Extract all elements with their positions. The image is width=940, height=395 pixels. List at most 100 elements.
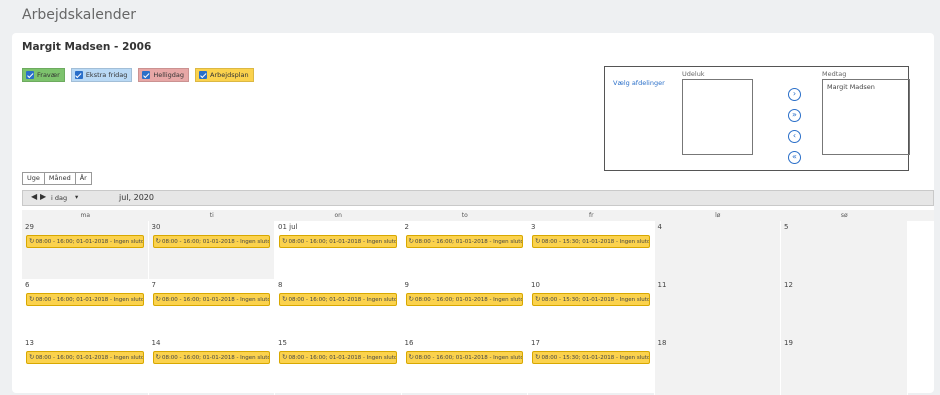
checkbox-absence[interactable] xyxy=(26,71,34,79)
day-number: 16 xyxy=(404,339,414,347)
day-cell[interactable]: 30 ↻08:00 - 16:00; 01-01-2018 - Ingen slu… xyxy=(148,221,275,279)
include-label: Medtag xyxy=(822,70,847,78)
day-number: 5 xyxy=(784,223,789,231)
day-cell[interactable]: 18 xyxy=(654,337,781,395)
day-cell[interactable]: 13 ↻08:00 - 16:00; 01-01-2018 - Ingen slu… xyxy=(22,337,149,395)
checkbox-extra-day-off[interactable] xyxy=(74,71,83,79)
recurring-icon: ↻ xyxy=(408,353,414,361)
recurring-icon: ↻ xyxy=(155,237,161,245)
work-plan-event[interactable]: ↻08:00 - 16:00; 01-01-2018 - Ingen slutd… xyxy=(405,235,523,248)
work-plan-event[interactable]: ↻08:00 - 16:00; 01-01-2018 - Ingen slutd… xyxy=(279,351,397,364)
legend-work-plan[interactable]: Arbejdsplan xyxy=(195,68,254,82)
calendar-navbar: ◀ ▶ i dag ▾ jul, 2020 xyxy=(22,190,934,206)
day-cell[interactable]: 15 ↻08:00 - 16:00; 01-01-2018 - Ingen slu… xyxy=(275,337,402,395)
day-cell[interactable]: 7 ↻08:00 - 16:00; 01-01-2018 - Ingen slut… xyxy=(149,279,275,337)
tab-month[interactable]: Måned xyxy=(45,173,76,184)
event-text: 08:00 - 16:00; 01-01-2018 - Ingen slutda… xyxy=(35,297,144,303)
weekday-label: to xyxy=(461,212,468,219)
event-text: 08:00 - 16:00; 01-01-2018 - Ingen slutda… xyxy=(161,355,270,361)
day-cell[interactable]: 11 xyxy=(654,279,781,337)
day-number: 01 jul xyxy=(278,223,298,231)
move-all-left-icon[interactable]: « xyxy=(788,151,801,164)
day-cell[interactable]: 5 xyxy=(781,221,908,279)
day-number: 19 xyxy=(784,339,793,347)
checkbox-work-plan[interactable] xyxy=(199,71,208,79)
day-cell[interactable]: 19 xyxy=(781,337,908,395)
work-plan-event[interactable]: ↻08:00 - 15:30; 01-01-2018 - Ingen slutd… xyxy=(532,235,650,248)
day-cell[interactable]: 17 ↻08:00 - 15:30; 01-01-2018 - Ingen slu… xyxy=(528,337,655,395)
day-number: 13 xyxy=(25,339,34,347)
work-plan-event[interactable]: ↻08:00 - 16:00; 01-01-2018 - Ingen slutd… xyxy=(152,235,270,248)
recurring-icon: ↻ xyxy=(408,295,414,303)
legend-extra-day-off[interactable]: Ekstra fridag xyxy=(70,68,133,82)
work-plan-event[interactable]: ↻08:00 - 16:00; 01-01-2018 - Ingen slutd… xyxy=(405,351,523,364)
day-number: 6 xyxy=(25,281,30,289)
legend: Fravær Ekstra fridag Helligdag Arbejdspl… xyxy=(22,68,260,82)
day-cell[interactable]: 2 ↻08:00 - 16:00; 01-01-2018 - Ingen slut… xyxy=(402,221,528,279)
recurring-icon: ↻ xyxy=(155,353,161,361)
recurring-icon: ↻ xyxy=(155,295,161,303)
include-list[interactable]: Margit Madsen xyxy=(822,79,910,155)
day-cell[interactable]: 16 ↻08:00 - 16:00; 01-01-2018 - Ingen slu… xyxy=(402,337,528,395)
week-row: 29 ↻08:00 - 16:00; 01-01-2018 - Ingen slu… xyxy=(22,221,934,279)
work-plan-event[interactable]: ↻08:00 - 16:00; 01-01-2018 - Ingen slutd… xyxy=(405,293,523,306)
day-cell[interactable]: 6 ↻08:00 - 16:00; 01-01-2018 - Ingen slut… xyxy=(22,279,149,337)
day-cell[interactable]: 01 jul ↻08:00 - 16:00; 01-01-2018 - Ingen… xyxy=(275,221,402,279)
legend-absence-label: Fravær xyxy=(37,71,60,79)
event-text: 08:00 - 16:00; 01-01-2018 - Ingen slutda… xyxy=(414,239,523,245)
day-cell[interactable]: 3 ↻08:00 - 15:30; 01-01-2018 - Ingen slut… xyxy=(528,221,655,279)
caret-down-icon[interactable]: ▾ xyxy=(75,193,78,201)
day-cell[interactable]: 4 xyxy=(654,221,781,279)
day-number: 14 xyxy=(151,339,161,347)
legend-extra-day-off-label: Ekstra fridag xyxy=(85,71,128,79)
day-number: 4 xyxy=(657,223,662,231)
work-plan-event[interactable]: ↻08:00 - 16:00; 01-01-2018 - Ingen slutd… xyxy=(152,351,270,364)
next-icon[interactable]: ▶ xyxy=(40,192,46,201)
day-cell[interactable]: 9 ↻08:00 - 16:00; 01-01-2018 - Ingen slut… xyxy=(402,279,528,337)
today-button[interactable]: i dag xyxy=(51,194,67,202)
event-text: 08:00 - 15:30; 01-01-2018 - Ingen slutda… xyxy=(541,355,650,361)
work-plan-event[interactable]: ↻08:00 - 16:00; 01-01-2018 - Ingen slutd… xyxy=(26,351,144,364)
day-number: 15 xyxy=(278,339,287,347)
day-number: 17 xyxy=(531,339,540,347)
work-plan-event[interactable]: ↻08:00 - 16:00; 01-01-2018 - Ingen slutd… xyxy=(26,235,144,248)
prev-icon[interactable]: ◀ xyxy=(31,192,37,201)
work-plan-event[interactable]: ↻08:00 - 16:00; 01-01-2018 - Ingen slutd… xyxy=(279,235,397,248)
tab-week[interactable]: Uge xyxy=(23,173,45,184)
event-text: 08:00 - 15:30; 01-01-2018 - Ingen slutda… xyxy=(541,239,650,245)
legend-holiday[interactable]: Helligdag xyxy=(138,68,190,82)
work-plan-event[interactable]: ↻08:00 - 15:30; 01-01-2018 - Ingen slutd… xyxy=(532,351,650,364)
day-cell[interactable]: 29 ↻08:00 - 16:00; 01-01-2018 - Ingen slu… xyxy=(22,221,149,279)
day-cell[interactable]: 10 ↻08:00 - 15:30; 01-01-2018 - Ingen slu… xyxy=(528,279,655,337)
include-list-item[interactable]: Margit Madsen xyxy=(827,83,905,91)
recurring-icon: ↻ xyxy=(535,237,541,245)
recurring-icon: ↻ xyxy=(29,295,35,303)
weekday-label: on xyxy=(334,212,342,219)
work-plan-event[interactable]: ↻08:00 - 16:00; 01-01-2018 - Ingen slutd… xyxy=(279,293,397,306)
department-selector: Vælg afdelinger Udeluk › » ‹ « Medtag Ma… xyxy=(604,66,910,171)
day-cell[interactable]: 14 ↻08:00 - 16:00; 01-01-2018 - Ingen slu… xyxy=(149,337,275,395)
work-plan-event[interactable]: ↻08:00 - 16:00; 01-01-2018 - Ingen slutd… xyxy=(26,293,144,306)
work-plan-event[interactable]: ↻08:00 - 15:30; 01-01-2018 - Ingen slutd… xyxy=(532,293,650,306)
weekday-label: ti xyxy=(209,212,214,219)
legend-holiday-label: Helligdag xyxy=(153,71,185,79)
checkbox-holiday[interactable] xyxy=(142,71,151,79)
event-text: 08:00 - 16:00; 01-01-2018 - Ingen slutda… xyxy=(35,239,144,245)
move-left-icon[interactable]: ‹ xyxy=(788,130,801,143)
recurring-icon: ↻ xyxy=(408,237,414,245)
move-all-right-icon[interactable]: » xyxy=(788,109,801,122)
weekday-header: ma ti on to fr lø sø xyxy=(22,210,934,221)
choose-departments-link[interactable]: Vælg afdelinger xyxy=(613,79,665,87)
day-cell[interactable]: 12 xyxy=(781,279,908,337)
day-number: 30 xyxy=(151,223,161,231)
day-cell[interactable]: 8 ↻08:00 - 16:00; 01-01-2018 - Ingen slut… xyxy=(275,279,402,337)
move-right-icon[interactable]: › xyxy=(788,88,801,101)
legend-work-plan-label: Arbejdsplan xyxy=(210,71,249,79)
work-plan-event[interactable]: ↻08:00 - 16:00; 01-01-2018 - Ingen slutd… xyxy=(152,293,270,306)
page-title: Arbejdskalender xyxy=(22,7,136,23)
day-number: 18 xyxy=(657,339,667,347)
month-grid: 29 ↻08:00 - 16:00; 01-01-2018 - Ingen slu… xyxy=(22,221,934,395)
tab-year[interactable]: År xyxy=(76,173,91,184)
legend-absence[interactable]: Fravær xyxy=(22,68,65,82)
exclude-list[interactable] xyxy=(682,79,753,155)
